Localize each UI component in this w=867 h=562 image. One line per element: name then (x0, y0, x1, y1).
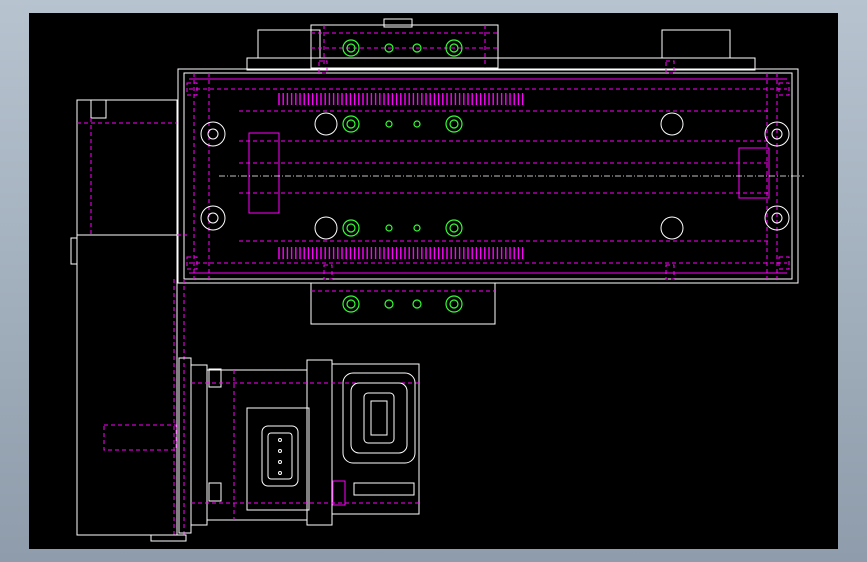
cad-drawing (70, 18, 804, 542)
motor-housing (70, 99, 187, 542)
connector-icon (261, 372, 416, 487)
top-carriage (246, 18, 756, 71)
rail-body (177, 60, 804, 284)
bottom-carriage (310, 282, 496, 325)
rail-hatching-top (278, 93, 524, 105)
cad-viewport[interactable] (29, 13, 838, 549)
rail-hatching-bottom (278, 247, 524, 259)
servo-motor (178, 357, 420, 534)
